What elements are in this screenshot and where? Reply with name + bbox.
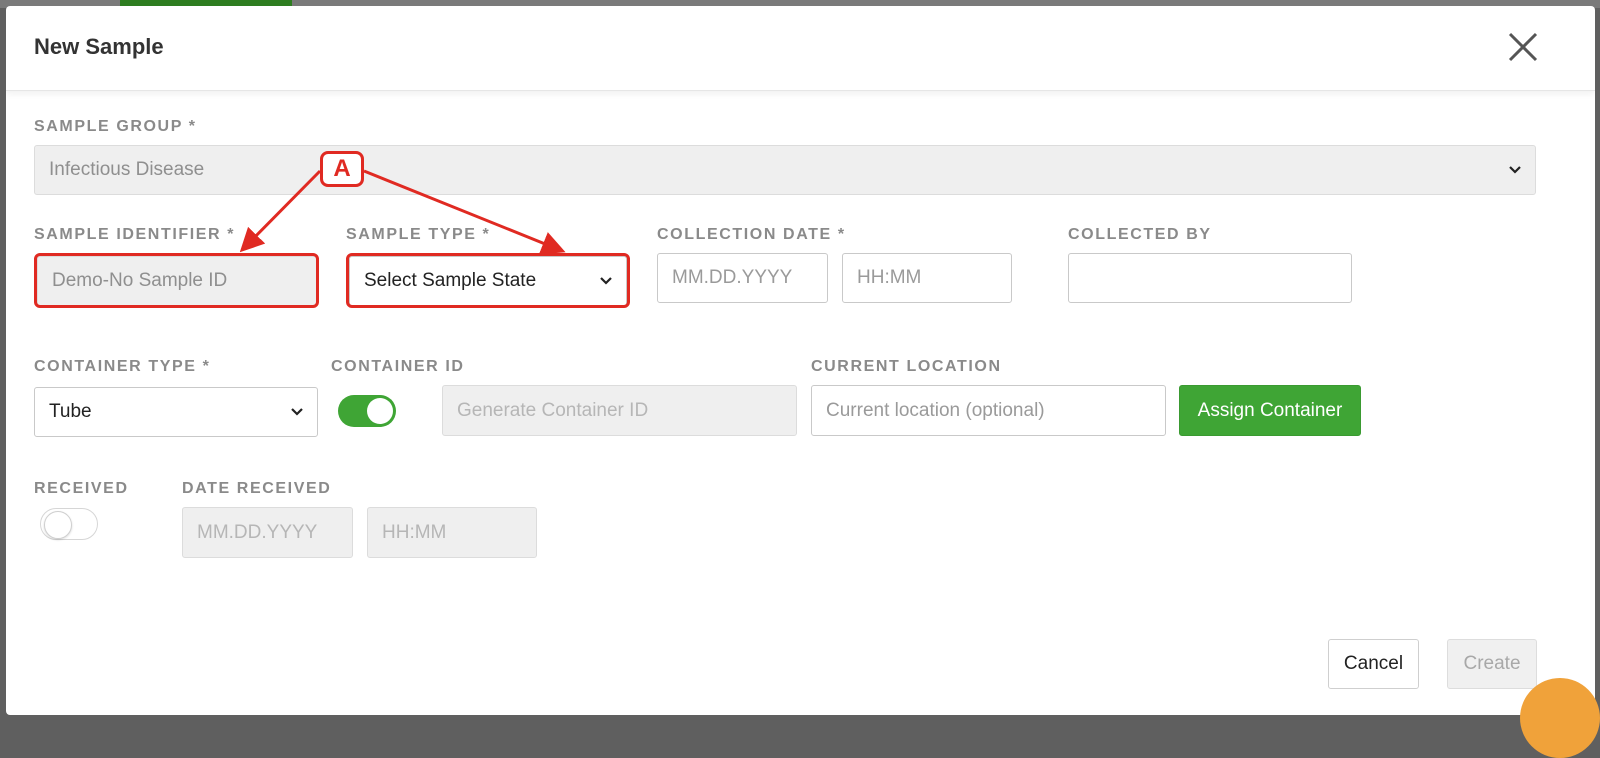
cancel-button[interactable]: Cancel (1328, 639, 1419, 689)
date-received-input[interactable]: MM.DD.YYYY (182, 507, 353, 558)
container-type-select[interactable]: Tube (34, 387, 318, 437)
modal-header: New Sample (6, 6, 1595, 91)
current-location-label: CURRENT LOCATION (811, 358, 1002, 375)
sample-identifier-value: Demo-No Sample ID (52, 270, 228, 291)
sample-group-value: Infectious Disease (49, 159, 205, 180)
date-received-label: DATE RECEIVED (182, 480, 332, 497)
create-button[interactable]: Create (1447, 639, 1537, 689)
help-widget-icon[interactable] (1520, 678, 1600, 758)
assign-container-button[interactable]: Assign Container (1179, 385, 1361, 436)
toggle-knob (367, 398, 393, 424)
sample-type-value: Select Sample State (364, 270, 537, 291)
sample-identifier-field[interactable]: Demo-No Sample ID (37, 256, 317, 306)
sample-group-select[interactable]: Infectious Disease (34, 145, 1536, 195)
container-id-input[interactable]: Generate Container ID (442, 385, 797, 436)
chevron-down-icon (600, 277, 612, 285)
sample-identifier-label: SAMPLE IDENTIFIER * (34, 226, 236, 243)
collected-by-label: COLLECTED BY (1068, 226, 1212, 243)
toggle-knob (44, 511, 72, 539)
collection-date-input[interactable]: MM.DD.YYYY (657, 253, 828, 303)
received-toggle[interactable] (40, 508, 98, 540)
collected-by-input[interactable] (1068, 253, 1352, 303)
container-id-label: CONTAINER ID (331, 358, 465, 375)
chevron-down-icon (1509, 166, 1521, 174)
collection-time-input[interactable]: HH:MM (842, 253, 1012, 303)
chevron-down-icon (291, 408, 303, 416)
new-sample-modal: New Sample SAMPLE GROUP * Infectious Dis… (6, 6, 1595, 715)
sample-type-label: SAMPLE TYPE * (346, 226, 491, 243)
container-id-placeholder: Generate Container ID (457, 399, 649, 421)
current-location-placeholder: Current location (optional) (826, 399, 1045, 421)
collection-date-label: COLLECTION DATE * (657, 226, 846, 243)
close-button[interactable] (1506, 30, 1540, 64)
received-label: RECEIVED (34, 480, 129, 497)
container-type-value: Tube (49, 401, 92, 422)
current-location-input[interactable]: Current location (optional) (811, 385, 1166, 436)
close-icon (1508, 32, 1538, 62)
container-type-label: CONTAINER TYPE * (34, 358, 211, 375)
collection-date-placeholder: MM.DD.YYYY (672, 267, 793, 288)
sample-type-select[interactable]: Select Sample State (349, 256, 627, 306)
sample-group-label: SAMPLE GROUP * (34, 118, 197, 135)
time-received-placeholder: HH:MM (382, 521, 447, 543)
modal-title: New Sample (34, 34, 164, 59)
annotation-badge: A (320, 151, 364, 187)
collection-time-placeholder: HH:MM (857, 267, 922, 288)
container-id-toggle[interactable] (338, 395, 396, 427)
time-received-input[interactable]: HH:MM (367, 507, 537, 558)
date-received-placeholder: MM.DD.YYYY (197, 521, 318, 543)
